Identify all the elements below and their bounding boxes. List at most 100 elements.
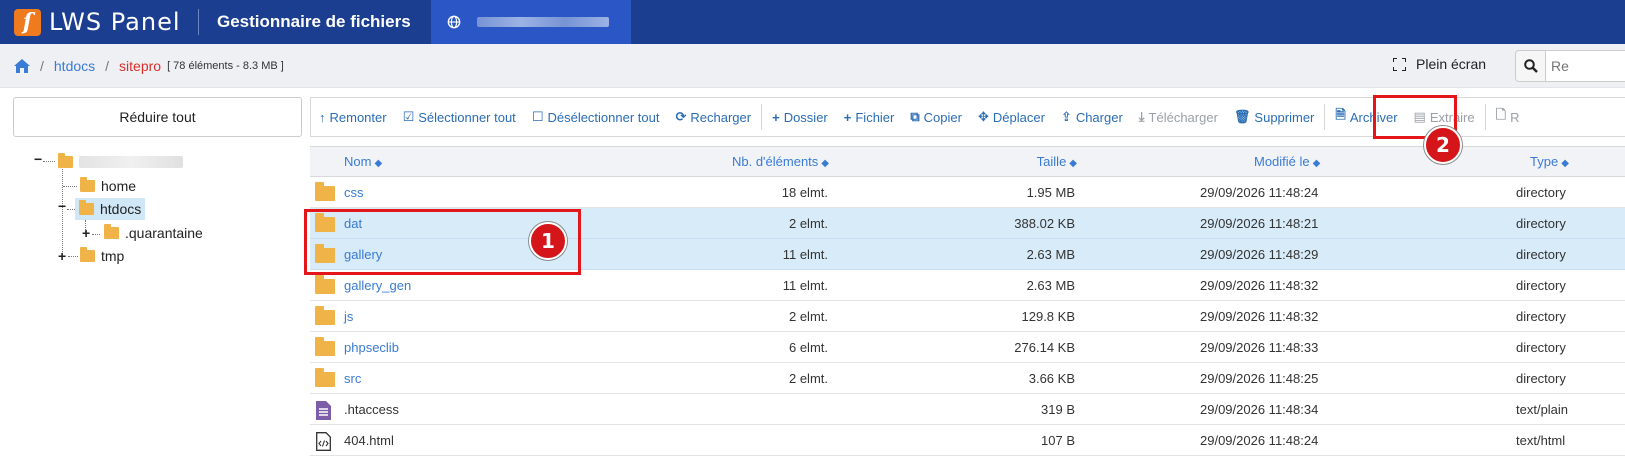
- tree-root[interactable]: [58, 151, 183, 173]
- button-label: R: [1510, 109, 1520, 125]
- step-badge-2: 2: [1424, 126, 1462, 164]
- breadcrumb-sitepro[interactable]: sitepro: [119, 58, 161, 74]
- file-name[interactable]: js: [344, 309, 353, 324]
- fullscreen-icon: [1393, 57, 1406, 71]
- tree-guide-line: [67, 209, 75, 210]
- checkbox-checked-icon: ☑: [402, 109, 415, 124]
- table-row[interactable]: css 18 elmt. 1.95 MB 29/09/2026 11:48:24 dir…: [310, 177, 1625, 208]
- file-size: 3.66 KB: [1028, 371, 1075, 386]
- search-input[interactable]: [1551, 58, 1621, 74]
- tree-collapse-toggle[interactable]: −: [34, 152, 42, 166]
- new-folder-button[interactable]: + Dossier: [764, 98, 836, 136]
- sort-icon: ◆: [374, 158, 383, 169]
- button-label: Recharger: [690, 109, 752, 125]
- modified-date: 29/09/2026 11:48:29: [1200, 247, 1319, 262]
- file-icon: 🗋: [1495, 107, 1507, 122]
- collapse-all-button[interactable]: Réduire tout: [13, 97, 302, 137]
- new-file-button[interactable]: + Fichier: [836, 98, 903, 136]
- file-size: 319 B: [1041, 402, 1075, 417]
- tree-expand-toggle[interactable]: +: [82, 226, 90, 240]
- tree-item-label: tmp: [101, 248, 125, 264]
- file-size: 276.14 KB: [1014, 340, 1075, 355]
- deselect-all-button[interactable]: ☐ Désélectionner tout: [524, 98, 668, 136]
- delete-button[interactable]: 🗑 Supprimer: [1226, 98, 1322, 136]
- lws-logo[interactable]: ſ LWS Panel: [0, 0, 190, 44]
- file-name[interactable]: phpseclib: [344, 340, 399, 355]
- table-row[interactable]: .htaccess 319 B 29/09/2026 11:48:34 text/pl…: [310, 394, 1625, 425]
- table-row[interactable]: src 2 elmt. 3.66 KB 29/09/2026 11:48:25 dire…: [310, 363, 1625, 394]
- download-button[interactable]: ⤓ Télécharger: [1131, 98, 1226, 136]
- file-size: 107 B: [1041, 433, 1075, 448]
- tree-item-label: home: [101, 178, 137, 194]
- reload-button[interactable]: ⟳ Recharger: [667, 98, 759, 136]
- file-type: directory: [1516, 340, 1566, 355]
- tree-item-quarantaine[interactable]: .quarantaine: [104, 222, 203, 244]
- sort-icon: ◆: [1561, 158, 1569, 169]
- button-label: Fichier: [855, 109, 895, 125]
- tree-guide-line: [92, 234, 100, 235]
- app-title[interactable]: Gestionnaire de fichiers: [199, 0, 431, 44]
- remonter-button[interactable]: ↑ Remonter: [311, 98, 395, 136]
- toolbar-divider: [761, 104, 763, 130]
- column-label: Modifié le: [1254, 154, 1310, 169]
- column-header-count[interactable]: Nb. d'éléments ◆: [732, 154, 829, 169]
- tree-item-home[interactable]: home: [80, 175, 136, 197]
- download-icon: ⤓: [1138, 109, 1145, 124]
- breadcrumb-htdocs[interactable]: htdocs: [54, 58, 95, 74]
- file-name[interactable]: css: [344, 185, 364, 200]
- breadcrumb-bar: / htdocs / sitepro [ 78 éléments - 8.3 M…: [0, 44, 1625, 88]
- domain-name-redacted: [476, 17, 609, 27]
- sort-icon: ◆: [821, 158, 829, 169]
- tree-item-htdocs[interactable]: htdocs: [75, 198, 146, 220]
- table-row[interactable]: js 2 elmt. 129.8 KB 29/09/2026 11:48:32 dire…: [310, 301, 1625, 332]
- button-label: Remonter: [329, 109, 387, 125]
- file-type: directory: [1516, 216, 1566, 231]
- modified-date: 29/09/2026 11:48:24: [1200, 433, 1319, 448]
- column-header-type[interactable]: Type ◆: [1530, 154, 1569, 169]
- tree-item-tmp[interactable]: tmp: [80, 245, 124, 267]
- item-count: 18 elmt.: [781, 185, 828, 200]
- file-name[interactable]: 404.html: [344, 433, 394, 448]
- up-arrow-icon: ↑: [319, 109, 326, 125]
- item-count: 2 elmt.: [788, 216, 828, 231]
- home-icon[interactable]: [14, 58, 30, 73]
- archive-file-icon: 🗎: [1335, 107, 1346, 122]
- file-type: directory: [1516, 371, 1566, 386]
- file-name[interactable]: gallery_gen: [344, 278, 411, 293]
- trash-icon: 🗑: [1233, 109, 1251, 124]
- column-header-modified[interactable]: Modifié le ◆: [1254, 154, 1320, 169]
- table-row[interactable]: 404.html 107 B 29/09/2026 11:48:24 text/htm…: [310, 425, 1625, 456]
- folder-icon: [79, 200, 94, 215]
- move-button[interactable]: ✥ Déplacer: [970, 98, 1053, 136]
- tree-collapse-toggle[interactable]: −: [58, 199, 66, 213]
- select-all-button[interactable]: ☑ Sélectionner tout: [395, 98, 524, 136]
- column-label: Nb. d'éléments: [731, 154, 819, 169]
- copy-button[interactable]: ⧉ Copier: [902, 98, 970, 136]
- folder-icon: [80, 247, 95, 262]
- copy-icon: ⧉: [910, 109, 920, 124]
- search-button[interactable]: [1516, 51, 1546, 81]
- truncated-toolbar-button[interactable]: 🗋 R: [1488, 98, 1528, 136]
- plus-icon: +: [843, 109, 852, 125]
- file-name[interactable]: src: [344, 371, 361, 386]
- modified-date: 29/09/2026 11:48:24: [1200, 185, 1319, 200]
- domain-tab[interactable]: [430, 0, 631, 44]
- modified-date: 29/09/2026 11:48:21: [1200, 216, 1319, 231]
- file-type: text/html: [1516, 433, 1566, 448]
- search-box: [1515, 50, 1625, 82]
- file-type: directory: [1516, 185, 1566, 200]
- folder-icon: [104, 224, 119, 239]
- upload-button[interactable]: ⇪ Charger: [1053, 98, 1131, 136]
- column-header-size[interactable]: Taille ◆: [1037, 154, 1077, 169]
- column-header-name[interactable]: Nom ◆: [344, 154, 382, 169]
- tree-expand-toggle[interactable]: +: [58, 249, 66, 263]
- table-row[interactable]: phpseclib 6 elmt. 276.14 KB 29/09/2026 11:4…: [310, 332, 1625, 363]
- file-name[interactable]: .htaccess: [344, 402, 399, 417]
- lws-logo-icon: ſ: [14, 8, 41, 36]
- fullscreen-button[interactable]: Plein écran: [1393, 56, 1486, 72]
- folder-icon: [315, 306, 335, 325]
- tree-guide-line: [43, 161, 55, 162]
- breadcrumb-separator: /: [105, 57, 110, 74]
- item-count: 2 elmt.: [788, 371, 828, 386]
- file-table: Nom ◆ Nb. d'éléments ◆ Taille ◆ Modifié le ◆…: [310, 146, 1625, 456]
